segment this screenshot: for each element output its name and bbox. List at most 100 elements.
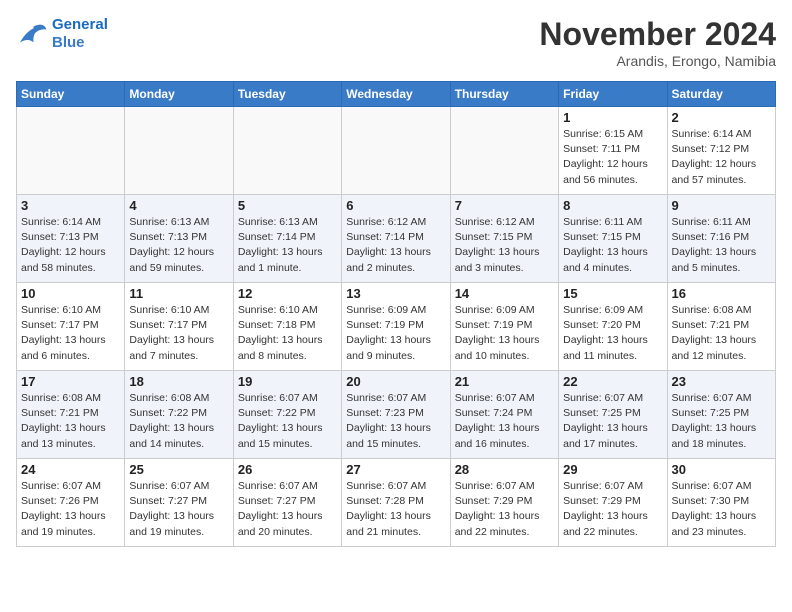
page-header: General Blue November 2024 Arandis, Eron… <box>16 16 776 69</box>
weekday-header: Thursday <box>450 82 558 107</box>
month-title: November 2024 <box>539 16 776 53</box>
day-info: Sunrise: 6:07 AM Sunset: 7:26 PM Dayligh… <box>21 479 120 540</box>
calendar-cell: 29 Sunrise: 6:07 AM Sunset: 7:29 PM Dayli… <box>559 459 667 547</box>
calendar-cell: 23Sunrise: 6:07 AM Sunset: 7:25 PM Dayli… <box>667 371 775 459</box>
calendar-row: 24 Sunrise: 6:07 AM Sunset: 7:26 PM Dayli… <box>17 459 776 547</box>
weekday-header-row: SundayMondayTuesdayWednesdayThursdayFrid… <box>17 82 776 107</box>
day-number: 14 <box>455 286 554 301</box>
calendar-cell: 14 Sunrise: 6:09 AM Sunset: 7:19 PM Dayli… <box>450 283 558 371</box>
day-info: Sunrise: 6:07 AM Sunset: 7:22 PM Dayligh… <box>238 391 337 452</box>
calendar-cell: 10 Sunrise: 6:10 AM Sunset: 7:17 PM Dayli… <box>17 283 125 371</box>
day-info: Sunrise: 6:08 AM Sunset: 7:22 PM Dayligh… <box>129 391 228 452</box>
title-block: November 2024 Arandis, Erongo, Namibia <box>539 16 776 69</box>
logo-text: General Blue <box>52 16 108 52</box>
calendar-row: 3Sunrise: 6:14 AM Sunset: 7:13 PM Daylig… <box>17 195 776 283</box>
calendar-cell: 15 Sunrise: 6:09 AM Sunset: 7:20 PM Dayli… <box>559 283 667 371</box>
day-number: 13 <box>346 286 445 301</box>
day-number: 5 <box>238 198 337 213</box>
day-number: 17 <box>21 374 120 389</box>
calendar-cell: 6 Sunrise: 6:12 AM Sunset: 7:14 PM Daylig… <box>342 195 450 283</box>
weekday-header: Sunday <box>17 82 125 107</box>
location: Arandis, Erongo, Namibia <box>539 53 776 69</box>
day-info: Sunrise: 6:08 AM Sunset: 7:21 PM Dayligh… <box>672 303 771 364</box>
day-number: 26 <box>238 462 337 477</box>
calendar-row: 10 Sunrise: 6:10 AM Sunset: 7:17 PM Dayli… <box>17 283 776 371</box>
day-info: Sunrise: 6:07 AM Sunset: 7:27 PM Dayligh… <box>238 479 337 540</box>
day-number: 9 <box>672 198 771 213</box>
day-info: Sunrise: 6:07 AM Sunset: 7:24 PM Dayligh… <box>455 391 554 452</box>
day-number: 2 <box>672 110 771 125</box>
day-info: Sunrise: 6:15 AM Sunset: 7:11 PM Dayligh… <box>563 127 662 188</box>
calendar-cell: 16 Sunrise: 6:08 AM Sunset: 7:21 PM Dayli… <box>667 283 775 371</box>
calendar-cell <box>233 107 341 195</box>
calendar-cell: 7 Sunrise: 6:12 AM Sunset: 7:15 PM Daylig… <box>450 195 558 283</box>
calendar-cell: 12Sunrise: 6:10 AM Sunset: 7:18 PM Dayli… <box>233 283 341 371</box>
day-info: Sunrise: 6:07 AM Sunset: 7:28 PM Dayligh… <box>346 479 445 540</box>
day-info: Sunrise: 6:07 AM Sunset: 7:23 PM Dayligh… <box>346 391 445 452</box>
day-info: Sunrise: 6:11 AM Sunset: 7:15 PM Dayligh… <box>563 215 662 276</box>
calendar-cell: 25 Sunrise: 6:07 AM Sunset: 7:27 PM Dayli… <box>125 459 233 547</box>
calendar-cell <box>125 107 233 195</box>
day-number: 15 <box>563 286 662 301</box>
day-number: 25 <box>129 462 228 477</box>
day-info: Sunrise: 6:07 AM Sunset: 7:27 PM Dayligh… <box>129 479 228 540</box>
day-number: 4 <box>129 198 228 213</box>
day-number: 24 <box>21 462 120 477</box>
day-info: Sunrise: 6:09 AM Sunset: 7:19 PM Dayligh… <box>346 303 445 364</box>
day-info: Sunrise: 6:07 AM Sunset: 7:25 PM Dayligh… <box>563 391 662 452</box>
day-number: 11 <box>129 286 228 301</box>
day-number: 6 <box>346 198 445 213</box>
calendar-cell <box>342 107 450 195</box>
calendar-row: 1 Sunrise: 6:15 AM Sunset: 7:11 PM Daylig… <box>17 107 776 195</box>
calendar-cell: 22 Sunrise: 6:07 AM Sunset: 7:25 PM Dayli… <box>559 371 667 459</box>
calendar-cell: 2 Sunrise: 6:14 AM Sunset: 7:12 PM Daylig… <box>667 107 775 195</box>
day-info: Sunrise: 6:13 AM Sunset: 7:13 PM Dayligh… <box>129 215 228 276</box>
logo-icon <box>16 20 48 48</box>
logo: General Blue <box>16 16 108 52</box>
calendar-cell: 27Sunrise: 6:07 AM Sunset: 7:28 PM Dayli… <box>342 459 450 547</box>
calendar-cell: 8 Sunrise: 6:11 AM Sunset: 7:15 PM Daylig… <box>559 195 667 283</box>
day-info: Sunrise: 6:12 AM Sunset: 7:15 PM Dayligh… <box>455 215 554 276</box>
day-number: 21 <box>455 374 554 389</box>
calendar-cell <box>17 107 125 195</box>
day-info: Sunrise: 6:12 AM Sunset: 7:14 PM Dayligh… <box>346 215 445 276</box>
day-info: Sunrise: 6:14 AM Sunset: 7:12 PM Dayligh… <box>672 127 771 188</box>
day-number: 8 <box>563 198 662 213</box>
day-number: 18 <box>129 374 228 389</box>
weekday-header: Tuesday <box>233 82 341 107</box>
day-number: 10 <box>21 286 120 301</box>
day-info: Sunrise: 6:13 AM Sunset: 7:14 PM Dayligh… <box>238 215 337 276</box>
calendar-cell: 9Sunrise: 6:11 AM Sunset: 7:16 PM Daylig… <box>667 195 775 283</box>
day-info: Sunrise: 6:08 AM Sunset: 7:21 PM Dayligh… <box>21 391 120 452</box>
day-info: Sunrise: 6:10 AM Sunset: 7:17 PM Dayligh… <box>21 303 120 364</box>
day-number: 30 <box>672 462 771 477</box>
calendar-cell: 3Sunrise: 6:14 AM Sunset: 7:13 PM Daylig… <box>17 195 125 283</box>
weekday-header: Monday <box>125 82 233 107</box>
day-number: 7 <box>455 198 554 213</box>
day-number: 19 <box>238 374 337 389</box>
calendar-cell: 24 Sunrise: 6:07 AM Sunset: 7:26 PM Dayli… <box>17 459 125 547</box>
calendar-cell: 5 Sunrise: 6:13 AM Sunset: 7:14 PM Daylig… <box>233 195 341 283</box>
day-number: 22 <box>563 374 662 389</box>
day-number: 16 <box>672 286 771 301</box>
calendar-cell: 26 Sunrise: 6:07 AM Sunset: 7:27 PM Dayli… <box>233 459 341 547</box>
calendar-cell <box>450 107 558 195</box>
calendar-row: 17 Sunrise: 6:08 AM Sunset: 7:21 PM Dayli… <box>17 371 776 459</box>
calendar-cell: 4 Sunrise: 6:13 AM Sunset: 7:13 PM Daylig… <box>125 195 233 283</box>
day-info: Sunrise: 6:09 AM Sunset: 7:19 PM Dayligh… <box>455 303 554 364</box>
day-number: 12 <box>238 286 337 301</box>
day-number: 29 <box>563 462 662 477</box>
day-number: 1 <box>563 110 662 125</box>
calendar-cell: 21 Sunrise: 6:07 AM Sunset: 7:24 PM Dayli… <box>450 371 558 459</box>
day-info: Sunrise: 6:07 AM Sunset: 7:29 PM Dayligh… <box>563 479 662 540</box>
calendar-cell: 28Sunrise: 6:07 AM Sunset: 7:29 PM Dayli… <box>450 459 558 547</box>
day-info: Sunrise: 6:09 AM Sunset: 7:20 PM Dayligh… <box>563 303 662 364</box>
calendar-cell: 19 Sunrise: 6:07 AM Sunset: 7:22 PM Dayli… <box>233 371 341 459</box>
day-number: 28 <box>455 462 554 477</box>
day-info: Sunrise: 6:10 AM Sunset: 7:17 PM Dayligh… <box>129 303 228 364</box>
weekday-header: Friday <box>559 82 667 107</box>
calendar-cell: 11 Sunrise: 6:10 AM Sunset: 7:17 PM Dayli… <box>125 283 233 371</box>
day-info: Sunrise: 6:07 AM Sunset: 7:25 PM Dayligh… <box>672 391 771 452</box>
calendar-cell: 30Sunrise: 6:07 AM Sunset: 7:30 PM Dayli… <box>667 459 775 547</box>
weekday-header: Wednesday <box>342 82 450 107</box>
